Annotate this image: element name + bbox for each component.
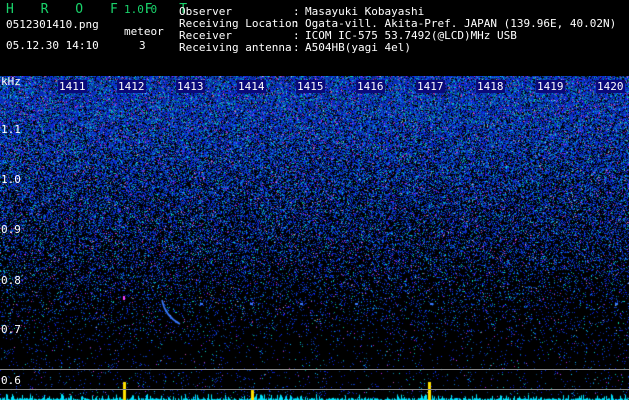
time-label: 1416 (356, 80, 385, 93)
time-label: 1414 (237, 80, 266, 93)
freq-label: 0.7 (1, 323, 21, 336)
freq-unit-label: kHz (1, 75, 21, 88)
time-label: 1412 (117, 80, 146, 93)
antenna-colon: : (293, 41, 300, 54)
time-label: 1413 (176, 80, 205, 93)
app-version: 1.0.0 (124, 3, 158, 16)
time-label: 1418 (476, 80, 505, 93)
meteor-label: meteor (124, 25, 164, 38)
app-logo: H R O F F T (6, 2, 197, 17)
freq-label: 1.0 (1, 173, 21, 186)
meteor-count: 3 (139, 39, 146, 52)
time-label: 1419 (536, 80, 565, 93)
freq-label: 0.9 (1, 223, 21, 236)
time-label: 1420 (596, 80, 625, 93)
antenna-value: A504HB(yagi 4el) (305, 41, 411, 54)
file-datetime: 05.12.30 14:10 (6, 39, 99, 52)
spectrum-upper-line (0, 369, 629, 370)
file-name: 0512301410.png (6, 18, 99, 31)
freq-label: 0.8 (1, 274, 21, 287)
spectrum-lower-line (0, 389, 629, 390)
spectrogram-canvas (0, 76, 629, 400)
time-label: 1415 (296, 80, 325, 93)
time-label: 1411 (58, 80, 87, 93)
freq-label: 0.6 (1, 374, 21, 387)
hrofft-window: H R O F F T 1.0.0 0512301410.png 05.12.3… (0, 0, 629, 400)
antenna-label: Receiving antenna (179, 41, 292, 54)
time-label: 1417 (416, 80, 445, 93)
freq-label: 1.1 (1, 123, 21, 136)
